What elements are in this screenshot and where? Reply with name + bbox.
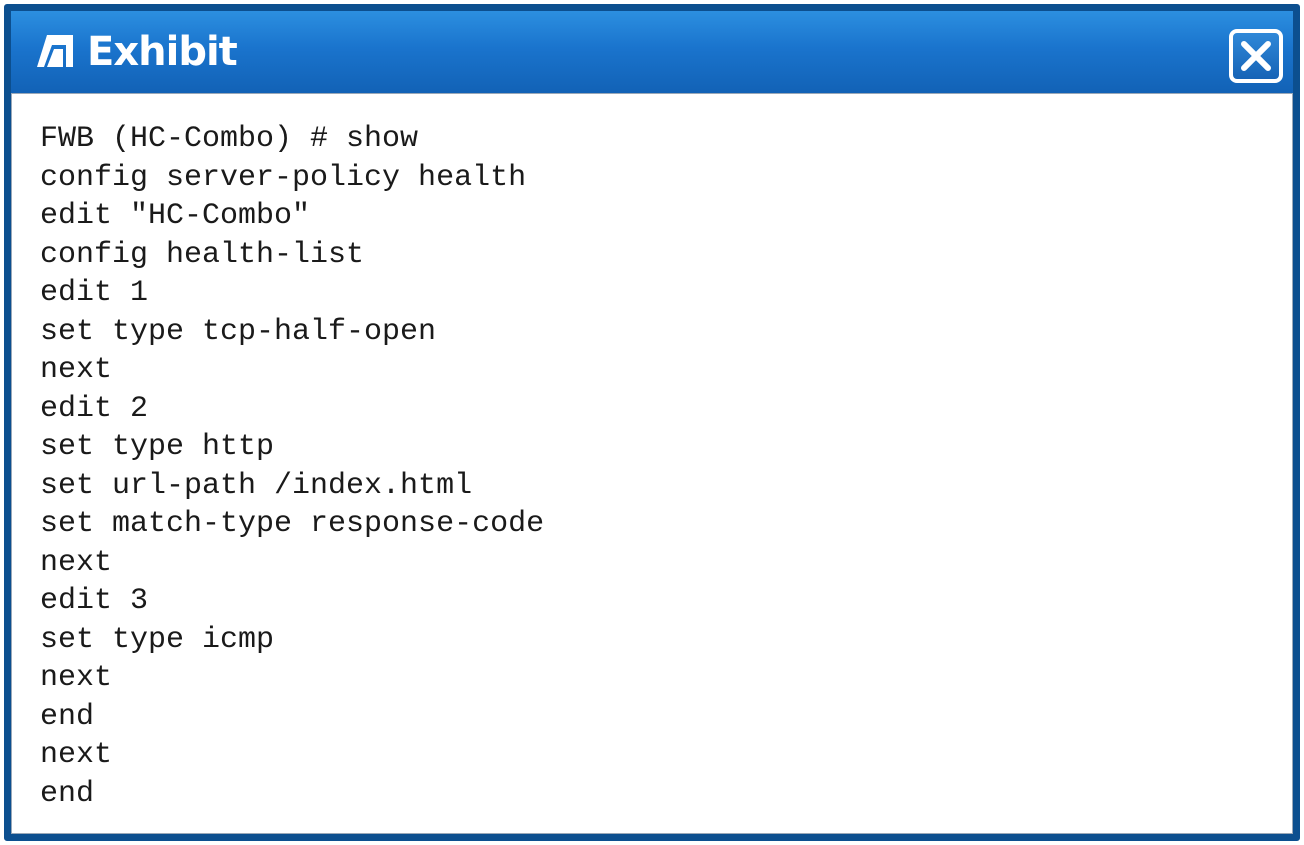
cli-line: next xyxy=(40,545,113,580)
cli-line: FWB (HC-Combo) # show xyxy=(40,122,419,156)
cli-line: end xyxy=(40,776,95,811)
close-icon xyxy=(1241,41,1271,71)
title-bar: Exhibit xyxy=(11,11,1293,93)
exhibit-app-icon xyxy=(33,31,77,71)
cli-line: edit 2 xyxy=(40,391,149,426)
cli-line: set type http xyxy=(40,430,275,464)
close-button[interactable] xyxy=(1229,29,1283,83)
cli-line: next xyxy=(40,661,113,695)
cli-line: next xyxy=(40,353,113,387)
exhibit-content: FWB (HC-Combo) # show config server-polic… xyxy=(11,93,1293,834)
cli-line: set match-type response-code xyxy=(40,507,545,541)
window-title: Exhibit xyxy=(87,29,238,75)
exhibit-window: Exhibit FWB (HC-Combo) # show config serv… xyxy=(4,4,1300,841)
cli-line: edit "HC-Combo" xyxy=(40,199,311,233)
cli-line: next xyxy=(40,738,113,772)
cli-output: FWB (HC-Combo) # show config server-polic… xyxy=(40,120,544,813)
cli-line: edit 1 xyxy=(40,276,149,310)
cli-line: end xyxy=(40,699,95,734)
cli-line: set url-path /index.html xyxy=(40,468,473,503)
cli-line: set type tcp-half-open xyxy=(40,314,437,349)
cli-line: config health-list xyxy=(40,237,365,272)
cli-line: edit 3 xyxy=(40,584,149,618)
cli-line: config server-policy health xyxy=(40,160,527,195)
cli-line: set type icmp xyxy=(40,622,275,657)
